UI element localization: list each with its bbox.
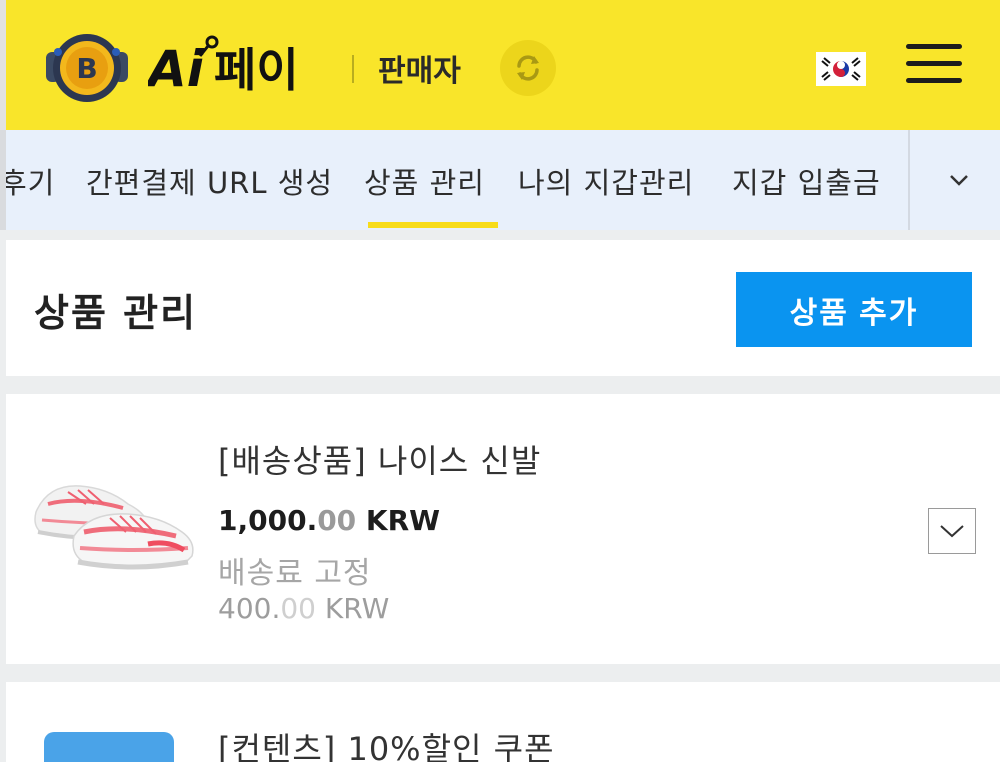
tab-bar: 후기 간편결제 URL 생성 상품 관리 나의 지갑관리 지갑 입출금	[0, 130, 1000, 230]
chevron-down-icon	[940, 525, 964, 538]
add-product-button[interactable]: 상품 추가	[736, 272, 972, 347]
tab-product-management[interactable]: 상품 관리	[364, 160, 485, 202]
product-name[interactable]: [컨텐츠] 10%할인 쿠폰	[218, 724, 555, 762]
svg-text:B: B	[76, 52, 97, 85]
page-header: 상품 관리 상품 추가	[6, 240, 1000, 376]
chevron-down-icon	[950, 175, 968, 186]
header-divider	[352, 55, 354, 83]
hamburger-menu-icon[interactable]	[906, 44, 962, 95]
active-tab-indicator	[368, 222, 498, 228]
product-card[interactable]: [배송상품] 나이스 신발 1,000.00 KRW 배송료 고정 400.00…	[6, 394, 1000, 664]
shipping-currency: KRW	[315, 592, 390, 625]
svg-text:페이: 페이	[214, 43, 299, 97]
shipping-cents: 00	[280, 592, 316, 625]
korea-flag-icon[interactable]	[816, 52, 866, 86]
product-card[interactable]: [컨텐츠] 10%할인 쿠폰	[6, 682, 1000, 762]
price-currency: KRW	[356, 504, 441, 537]
shipping-amount: 400.	[218, 592, 281, 625]
tab-create-payment-url[interactable]: 간편결제 URL 생성	[86, 160, 333, 202]
product-image	[44, 732, 174, 762]
svg-text:Ai: Ai	[148, 40, 205, 98]
product-image	[34, 485, 194, 570]
page-title: 상품 관리	[34, 291, 198, 335]
brand-logo[interactable]: Ai 페이	[144, 34, 333, 102]
price-amount: 1,000.	[218, 504, 318, 537]
seller-role-label: 판매자	[378, 54, 461, 89]
expand-product-button[interactable]	[928, 508, 976, 554]
price-cents: 00	[317, 504, 357, 537]
tab-my-wallet[interactable]: 나의 지갑관리	[518, 160, 694, 202]
refresh-button[interactable]	[500, 40, 556, 96]
tab-reviews[interactable]: 후기	[6, 160, 55, 202]
app-header: B Ai 페이 판매자	[0, 0, 1000, 130]
product-price: 1,000.00 KRW	[218, 504, 440, 537]
product-name[interactable]: [배송상품] 나이스 신발	[218, 436, 541, 482]
tab-wallet-deposit-withdraw[interactable]: 지갑 입출금	[732, 160, 881, 202]
shipping-type-label: 배송료 고정	[218, 556, 372, 591]
tabs-more-button[interactable]	[908, 130, 1000, 230]
bitcoin-coin-icon[interactable]: B	[44, 30, 134, 110]
shipping-fee: 400.00 KRW	[218, 592, 389, 625]
refresh-icon	[517, 55, 539, 81]
